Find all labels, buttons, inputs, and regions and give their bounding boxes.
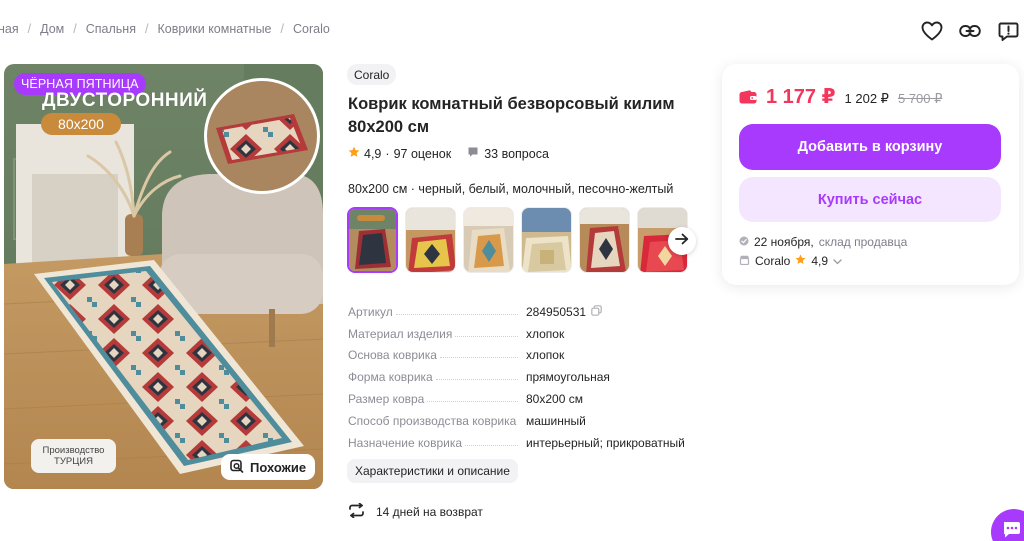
spec-leader: [427, 400, 518, 402]
spec-value: 80х200 см: [526, 391, 583, 406]
product-title: Коврик комнатный безворсовый килим 80х20…: [348, 95, 675, 136]
promo-title: ДВУСТОРОННИЙ: [42, 90, 208, 111]
chat-button[interactable]: [991, 509, 1024, 541]
spec-leader: [455, 335, 518, 337]
price-current: 1 177 ₽: [766, 86, 836, 108]
spec-row: Способ производства коврика машинный: [348, 406, 693, 428]
delivery-source: склад продавца: [818, 235, 908, 249]
variant-thumbnails: [347, 207, 688, 273]
return-policy[interactable]: 14 дней на возврат: [348, 502, 483, 521]
origin-label: Производство: [42, 445, 105, 456]
sku-value: 284950531: [526, 304, 587, 319]
promo-size-badge: 80х200: [41, 113, 121, 135]
star-icon: [795, 254, 806, 268]
variant-thumb[interactable]: [347, 207, 398, 273]
variant-thumb[interactable]: [579, 207, 630, 273]
wallet-icon: [739, 89, 757, 104]
buy-now-button[interactable]: Купить сейчас: [739, 177, 1001, 222]
spec-leader: [465, 444, 518, 446]
delivery-info: 22 ноября, склад продавца: [739, 235, 907, 249]
breadcrumb-item[interactable]: Коврики комнатные: [157, 22, 271, 36]
question-icon: [467, 146, 479, 161]
star-icon: [348, 146, 360, 161]
heart-icon[interactable]: [920, 19, 944, 43]
copy-icon[interactable]: [591, 304, 602, 319]
spec-label: Форма коврика: [348, 370, 436, 385]
variant-thumb[interactable]: [521, 207, 572, 273]
price-regular: 1 202 ₽: [844, 91, 889, 106]
similar-label: Похожие: [250, 459, 307, 475]
add-to-cart-button[interactable]: Добавить в корзину: [739, 124, 1001, 170]
spec-value: прямоугольная: [526, 370, 610, 385]
origin-badge: Производство ТУРЦИЯ: [31, 439, 116, 473]
rating-row: 4,9 · 97 оценок 33 вопроса: [348, 146, 549, 161]
similar-button[interactable]: Похожие: [221, 454, 316, 480]
spec-value: интерьерный; прикроватный: [526, 435, 685, 450]
rating-separator: ·: [385, 146, 390, 161]
breadcrumb-separator: /: [144, 22, 149, 36]
return-arrows-icon: [348, 502, 365, 521]
price-row: 1 177 ₽ 1 202 ₽ 5 700 ₽: [739, 84, 942, 109]
spec-label: Назначение коврика: [348, 435, 466, 450]
spec-leader: [395, 313, 518, 315]
buy-box: 1 177 ₽ 1 202 ₽ 5 700 ₽ Добавить в корзи…: [722, 64, 1019, 285]
spec-label: Артикул: [348, 304, 396, 319]
spec-leader: [435, 379, 518, 381]
brand-chip[interactable]: Coralo: [347, 64, 397, 85]
spec-value: машинный: [526, 413, 586, 428]
characteristics-button[interactable]: Характеристики и описание: [347, 459, 518, 483]
seller-rating: 4,9: [811, 254, 829, 268]
return-policy-label: 14 дней на возврат: [376, 505, 483, 519]
thumbnails-next-button[interactable]: [668, 227, 696, 255]
spec-row: Материал изделия хлопок: [348, 319, 693, 341]
variant-thumb[interactable]: [405, 207, 456, 273]
chevron-down-icon: [833, 254, 842, 268]
delivery-date: 22 ноября,: [754, 235, 814, 249]
spec-row: Артикул 284950531: [348, 297, 693, 319]
link-icon[interactable]: [958, 19, 982, 43]
spec-row: Размер ковра 80х200 см: [348, 384, 693, 406]
breadcrumb-item[interactable]: ная: [0, 22, 19, 36]
arrow-right-icon: [675, 232, 689, 250]
seller-name: Coralo: [755, 254, 791, 268]
breadcrumb-separator: /: [27, 22, 32, 36]
spec-label: Основа коврика: [348, 348, 440, 363]
spec-label: Материал изделия: [348, 326, 456, 341]
reviews-count[interactable]: 97 оценок: [394, 147, 452, 161]
variant-description: 80х200 см · черный, белый, молочный, пес…: [348, 182, 674, 196]
price-old: 5 700 ₽: [897, 91, 943, 106]
questions-link[interactable]: 33 вопроса: [467, 146, 549, 161]
variant-thumb[interactable]: [463, 207, 514, 273]
spec-label: Размер ковра: [348, 391, 428, 406]
spec-row: Назначение коврика интерьерный; прикрова…: [348, 428, 693, 450]
delivery-icon: [739, 235, 749, 249]
seller-info[interactable]: Coralo 4,9: [739, 254, 842, 268]
origin-country: ТУРЦИЯ: [54, 456, 93, 467]
questions-count: 33 вопроса: [484, 146, 549, 161]
breadcrumb: ная / Дом / Спальня / Коврики комнатные / Coralo: [0, 22, 330, 36]
spec-leader: [439, 357, 518, 359]
breadcrumb-separator: /: [73, 22, 77, 36]
spec-label: Способ производства коврика: [348, 413, 520, 428]
shop-icon: [739, 254, 750, 268]
breadcrumb-separator: /: [280, 22, 284, 36]
breadcrumb-item[interactable]: Спальня: [86, 22, 136, 36]
chat-icon: [1002, 521, 1022, 541]
spec-value: хлопок: [526, 326, 565, 341]
spec-row: Основа коврика хлопок: [348, 341, 693, 363]
rating-value[interactable]: 4,9: [364, 147, 381, 161]
breadcrumb-item[interactable]: Coralo: [293, 22, 330, 36]
report-icon[interactable]: [996, 19, 1020, 43]
product-main-image[interactable]: ЧЁРНАЯ ПЯТНИЦА ДВУСТОРОННИЙ 80х200 Произ…: [4, 64, 323, 489]
spec-row: Форма коврика прямоугольная: [348, 362, 693, 385]
specs-list: Артикул 284950531 Материал изделия хлопо…: [348, 297, 693, 450]
header-actions: [920, 19, 1020, 43]
similar-search-icon: [230, 459, 244, 476]
spec-value: хлопок: [526, 348, 565, 363]
breadcrumb-item[interactable]: Дом: [40, 22, 64, 36]
